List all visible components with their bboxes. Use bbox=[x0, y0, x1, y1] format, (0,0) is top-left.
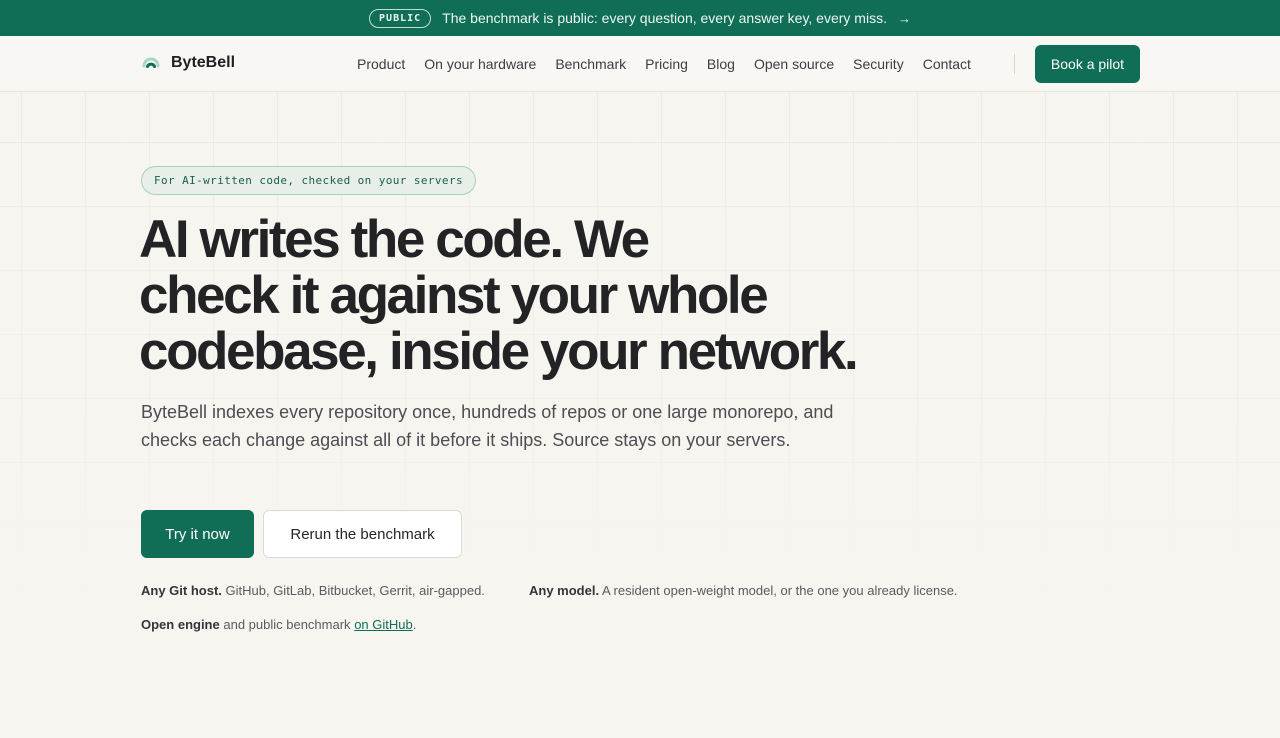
feature-title: Any Git host. bbox=[141, 583, 222, 598]
arrow-right-icon: → bbox=[897, 10, 911, 26]
announcement-bar[interactable]: PUBLIC The benchmark is public: every qu… bbox=[0, 0, 1280, 36]
nav-links: Product On your hardware Benchmark Prici… bbox=[357, 36, 971, 92]
rerun-benchmark-button[interactable]: Rerun the benchmark bbox=[263, 510, 462, 558]
book-pilot-button[interactable]: Book a pilot bbox=[1035, 45, 1140, 83]
feature-title: Any model. bbox=[529, 583, 600, 598]
hero-lead-paragraph: ByteBell indexes every repository once, … bbox=[141, 402, 834, 450]
nav-link-blog[interactable]: Blog bbox=[707, 56, 735, 72]
feature-text: A resident open-weight model, or the one… bbox=[601, 583, 958, 598]
nav-link-benchmark[interactable]: Benchmark bbox=[555, 56, 626, 72]
nav-link-pricing[interactable]: Pricing bbox=[645, 56, 688, 72]
nav-link-open-source[interactable]: Open source bbox=[754, 56, 834, 72]
feature-open-engine: Open engine and public benchmark on GitH… bbox=[141, 617, 416, 632]
hero-headline: AI writes the code. We check it against … bbox=[139, 212, 899, 380]
public-badge: PUBLIC bbox=[369, 8, 432, 28]
feature-suffix: . bbox=[412, 617, 417, 632]
github-link[interactable]: on GitHub bbox=[354, 617, 413, 632]
feature-git-host: Any Git host. GitHub, GitLab, Bitbucket,… bbox=[141, 583, 485, 598]
try-it-now-button[interactable]: Try it now bbox=[141, 510, 254, 558]
brand-logo-link[interactable]: ByteBell bbox=[141, 53, 235, 73]
feature-text: GitHub, GitLab, Bitbucket, Gerrit, air-g… bbox=[225, 583, 485, 598]
nav-link-product[interactable]: Product bbox=[357, 56, 405, 72]
nav-link-on-your-hardware[interactable]: On your hardware bbox=[424, 56, 536, 72]
hero-section: For AI-written code, checked on your ser… bbox=[0, 92, 1280, 738]
announcement-text[interactable]: The benchmark is public: every question,… bbox=[442, 10, 887, 26]
headline-line-1: AI writes the code. We bbox=[139, 210, 650, 269]
nav-link-contact[interactable]: Contact bbox=[923, 56, 971, 72]
top-navigation: ByteBell Product On your hardware Benchm… bbox=[0, 36, 1280, 92]
nav-link-security[interactable]: Security bbox=[853, 56, 904, 72]
feature-title: Open engine bbox=[141, 617, 220, 632]
nav-divider bbox=[1014, 54, 1015, 74]
bytebell-logo-icon bbox=[142, 57, 160, 68]
headline-line-3: codebase, inside your network. bbox=[139, 322, 859, 381]
headline-line-2: check it against your whole bbox=[139, 266, 769, 325]
feature-model: Any model. A resident open-weight model,… bbox=[529, 583, 958, 598]
hero-eyebrow-tag: For AI-written code, checked on your ser… bbox=[141, 166, 476, 195]
feature-text: and public benchmark bbox=[223, 617, 351, 632]
brand-name: ByteBell bbox=[171, 54, 236, 71]
